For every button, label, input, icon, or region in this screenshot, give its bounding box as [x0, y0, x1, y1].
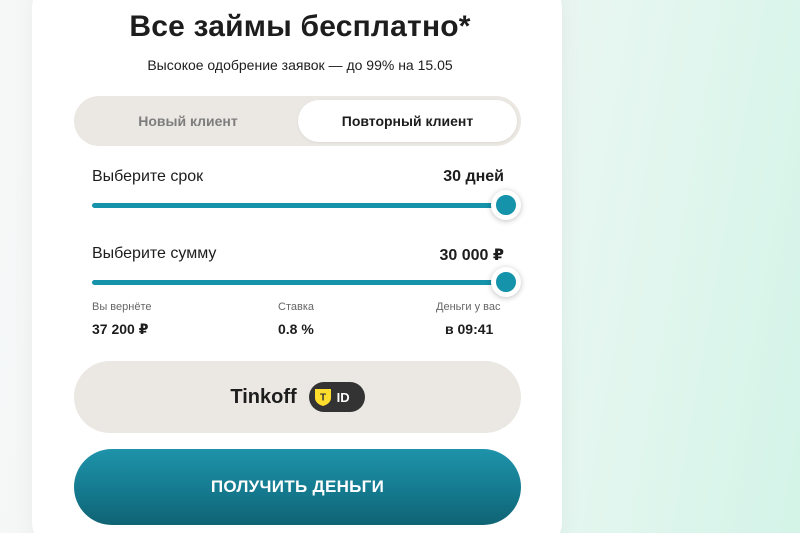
term-slider-track[interactable]	[92, 203, 506, 208]
term-value: 30 дней	[443, 168, 504, 185]
money-time-value: в 09:41	[445, 321, 494, 337]
amount-value: 30 000 ₽	[439, 247, 504, 264]
client-type-tabs: Новый клиент Повторный клиент	[74, 96, 521, 146]
tab-repeat-client[interactable]: Повторный клиент	[298, 100, 517, 142]
amount-label: Выберите сумму	[92, 245, 217, 262]
page-title: Все займы бесплатно*	[129, 10, 471, 43]
tinkoff-id-text: ID	[336, 389, 350, 405]
amount-slider-track[interactable]	[92, 280, 506, 285]
svg-text:T: T	[320, 393, 326, 404]
rate-caption: Ставка	[278, 301, 314, 313]
get-money-button[interactable]: ПОЛУЧИТЬ ДЕНЬГИ	[74, 449, 521, 525]
rate-value: 0.8 %	[278, 321, 314, 337]
tinkoff-shield-icon: T	[313, 387, 333, 407]
amount-slider-knob[interactable]	[491, 267, 521, 297]
term-label: Выберите срок	[92, 168, 204, 185]
tinkoff-id-button[interactable]: Tinkoff T ID	[74, 361, 521, 433]
term-slider-knob[interactable]	[491, 190, 521, 220]
page-subtitle: Высокое одобрение заявок — до 99% на 15.…	[147, 57, 453, 73]
tab-new-client[interactable]: Новый клиент	[78, 100, 298, 142]
tinkoff-id-badge: T ID	[308, 382, 365, 412]
tinkoff-label: Tinkoff	[230, 385, 297, 408]
repay-value: 37 200 ₽	[92, 321, 149, 337]
repay-caption: Вы вернёте	[92, 301, 152, 313]
money-time-caption: Деньги у вас	[436, 301, 501, 313]
